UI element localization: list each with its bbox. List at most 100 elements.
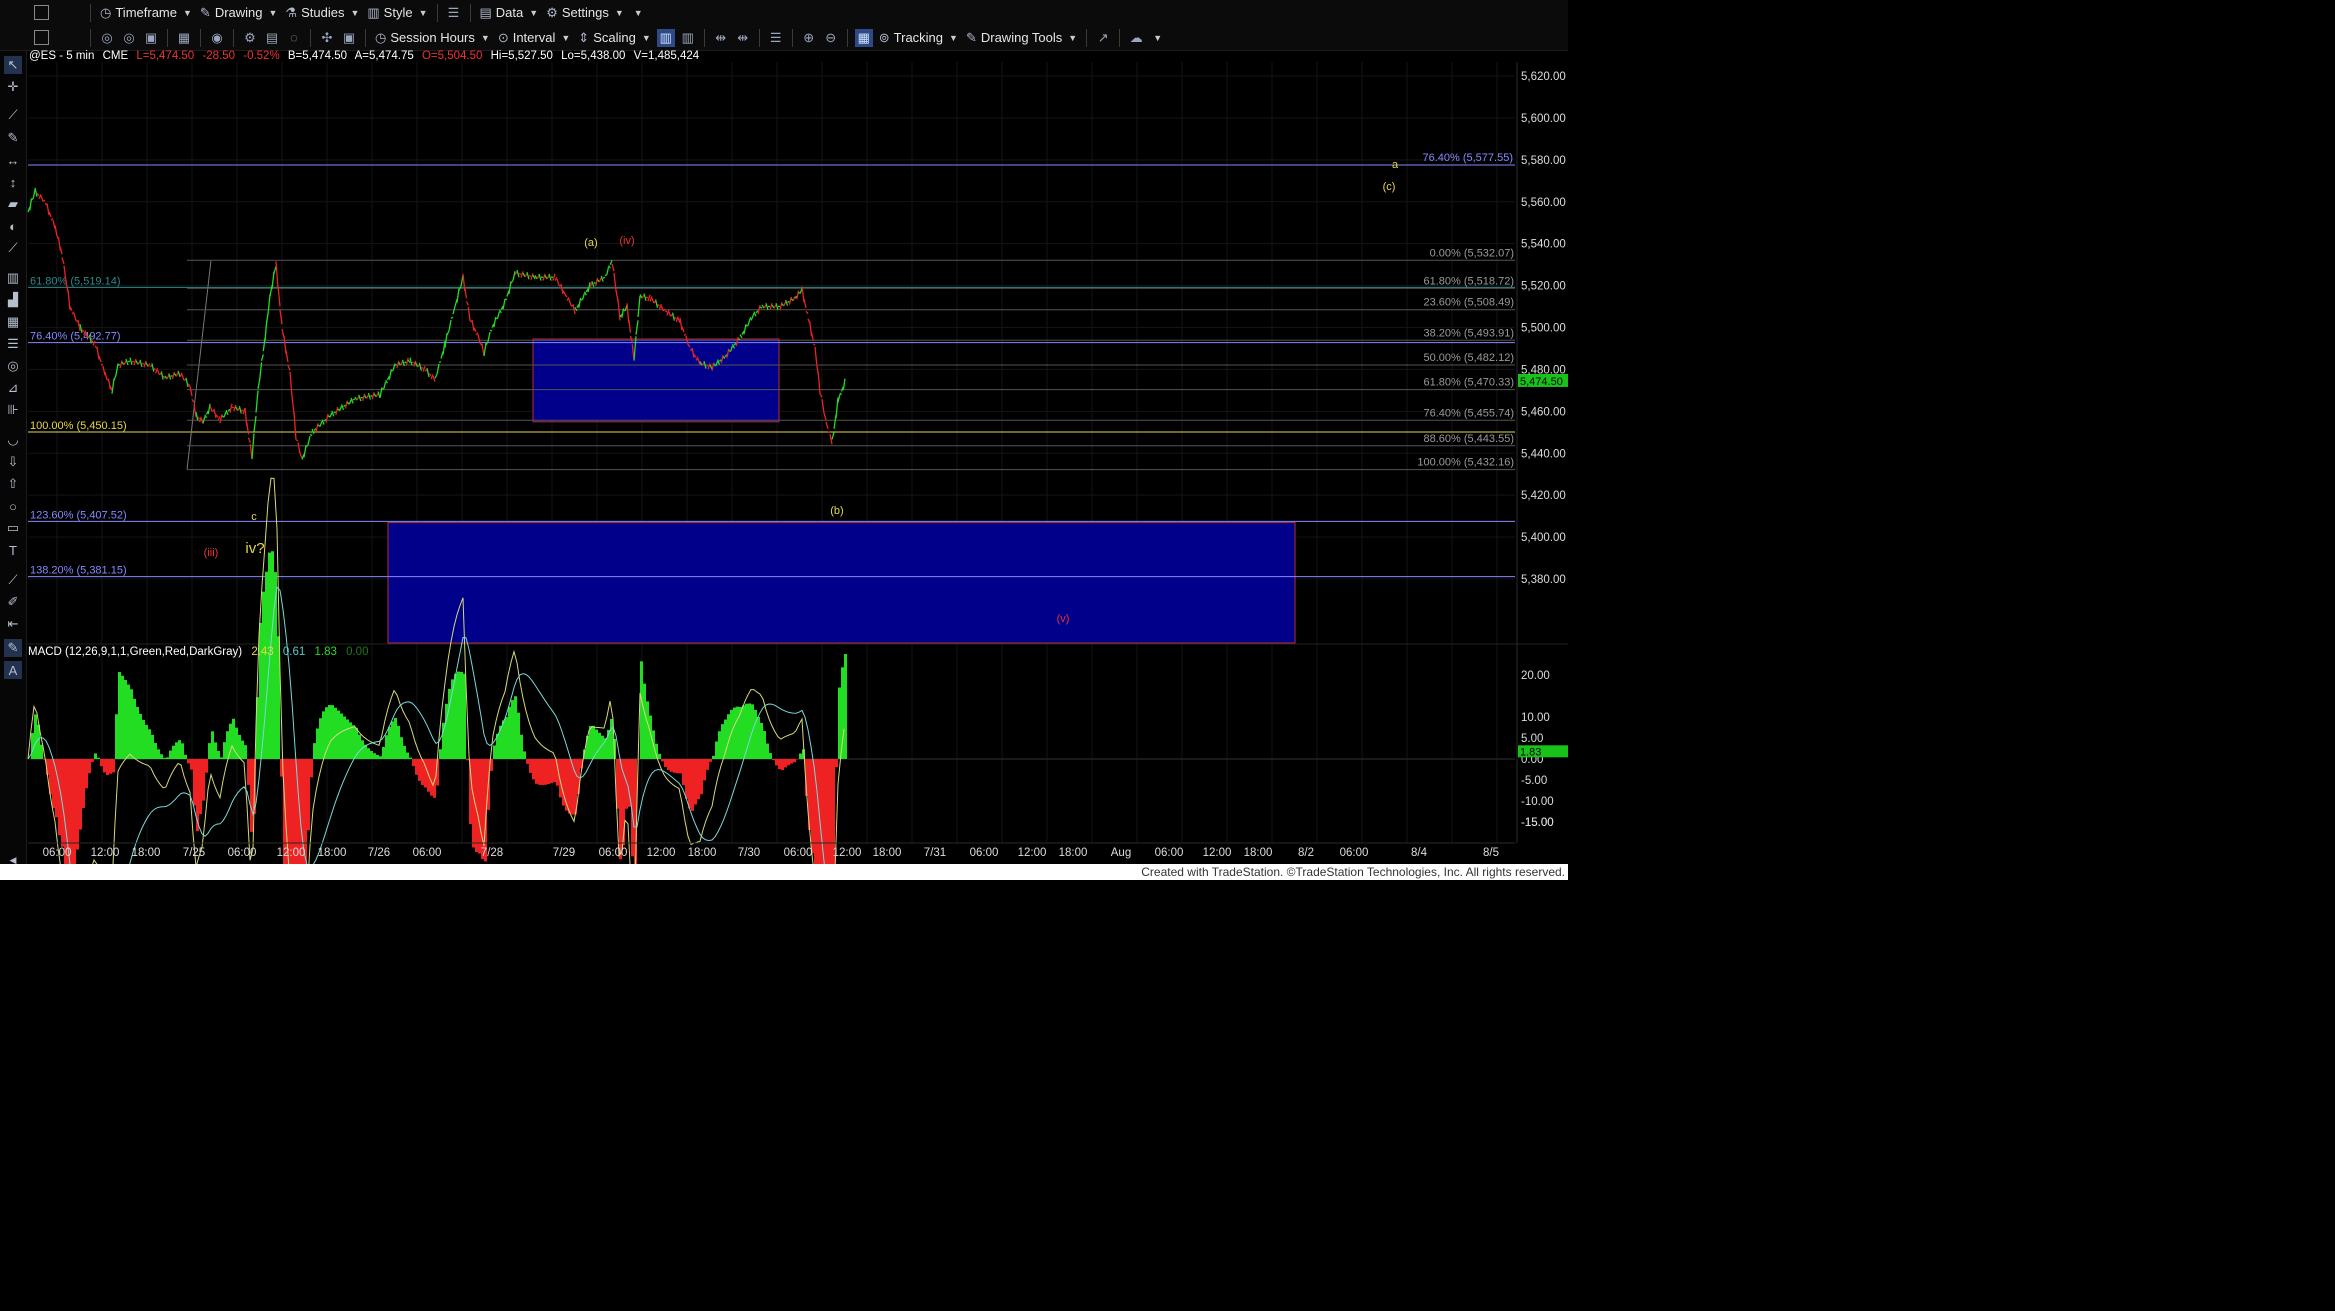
table-icon[interactable]: ▦	[4, 313, 22, 331]
crosshair-icon[interactable]: ✛	[4, 78, 22, 96]
draw-mode-icon[interactable]: ✎	[4, 639, 22, 657]
export-icon[interactable]: ↗	[1094, 29, 1112, 47]
find-icon[interactable]: ◌	[285, 29, 303, 47]
time-tick: 06:00	[1155, 847, 1184, 859]
zoom-out-icon[interactable]: ⊖	[822, 29, 840, 47]
chart-canvas[interactable]: 61.80% (5,519.14) 76.40% (5,492.77) 100.00…	[0, 0, 1568, 880]
macd-tick: 5.00	[1521, 733, 1543, 745]
drawing-menu[interactable]: ✎ Drawing ▼	[196, 5, 282, 21]
ray-icon[interactable]: ⟋	[4, 239, 22, 257]
ruler-icon[interactable]: ⟋	[4, 571, 22, 589]
link2-icon[interactable]: ◎	[120, 29, 138, 47]
timeframe-menu[interactable]: ◷ Timeframe ▼	[96, 5, 196, 21]
fib-circle-icon[interactable]: ◎	[4, 357, 22, 375]
price-bar	[185, 377, 189, 388]
macd-histogram-bar	[163, 757, 166, 759]
price-bar	[784, 299, 789, 306]
lines-icon[interactable]: ☰	[4, 335, 22, 353]
time-tick: 18:00	[873, 847, 902, 859]
interval-menu[interactable]: ⊙ Interval ▼	[494, 30, 574, 46]
grid-icon[interactable]: ▦	[854, 28, 873, 47]
price-bar	[842, 378, 846, 391]
more-caret-icon[interactable]: ▼	[634, 8, 643, 18]
zoom-in-icon[interactable]: ⊕	[800, 29, 818, 47]
arc-icon[interactable]: ◡	[4, 431, 22, 449]
eraser-icon[interactable]: ✐	[4, 593, 22, 611]
window-select-icon-2[interactable]	[34, 30, 49, 45]
settings-menu[interactable]: ⚙ Settings ▼	[542, 5, 628, 21]
studies-menu[interactable]: ⚗ Studies ▼	[281, 5, 363, 21]
more-caret-icon-2[interactable]: ▼	[1153, 33, 1162, 43]
fan-icon[interactable]: ⊿	[4, 379, 22, 397]
chart-type-icon[interactable]: ▦	[175, 29, 193, 47]
price-bar	[606, 266, 610, 275]
macd-histogram-bar	[199, 759, 202, 815]
flask-icon: ⚗	[285, 4, 298, 20]
price-bar	[564, 293, 568, 298]
price-bar	[297, 442, 301, 454]
macd-histogram-bar	[403, 745, 406, 759]
macd-histogram-bar	[373, 753, 376, 759]
histogram-icon[interactable]: ▟	[4, 291, 22, 309]
link-icon[interactable]: ◎	[98, 29, 116, 47]
text-style-icon[interactable]: A	[4, 661, 22, 679]
macd-histogram-bar	[220, 757, 223, 759]
compress-icon[interactable]: ⇹	[712, 29, 730, 47]
macd-histogram-bar	[205, 759, 208, 773]
bars-icon[interactable]: ▥	[656, 28, 675, 47]
price-bar	[814, 346, 818, 365]
rectangle-icon[interactable]: ▭	[4, 519, 22, 537]
macd-histogram-bar	[394, 718, 397, 759]
save-icon[interactable]: ▤	[263, 29, 281, 47]
arrow-up-icon[interactable]: ⇧	[4, 475, 22, 493]
data-menu[interactable]: ▤ Data ▼	[476, 5, 543, 21]
macd-histogram-bar	[454, 673, 457, 759]
window-icon[interactable]: ▣	[142, 29, 160, 47]
style-menu[interactable]: ▥ Style ▼	[363, 5, 431, 21]
drawing-tools-menu[interactable]: ✎ Drawing Tools ▼	[962, 30, 1081, 46]
trendline-icon[interactable]: ⟋	[4, 106, 22, 124]
macd-histogram-bar	[508, 706, 511, 759]
bars-tool-icon[interactable]: ▥	[4, 269, 22, 287]
macd-histogram-bar	[811, 759, 814, 854]
macd-tick: -15.00	[1521, 817, 1554, 829]
tracking-menu[interactable]: ⊚ Tracking ▼	[875, 30, 962, 46]
speed-lines-icon[interactable]: ⊪	[4, 401, 22, 419]
macd-histogram-bar	[334, 707, 337, 759]
macd-histogram-bar	[676, 759, 679, 774]
wave-label: a	[1392, 159, 1399, 171]
gann-icon[interactable]: ◐	[4, 217, 22, 235]
horizontal-arrow-icon[interactable]: ↔	[4, 151, 22, 169]
stack-icon[interactable]: ☰	[767, 29, 785, 47]
price-bar	[123, 360, 127, 366]
drawing-tools-icon: ✎	[965, 29, 977, 45]
pen-icon[interactable]: ✎	[4, 129, 22, 147]
format-icon[interactable]: ✣	[318, 29, 336, 47]
analysis-icon[interactable]: ⚙	[241, 29, 259, 47]
window-select-icon[interactable]	[34, 5, 49, 20]
ellipse-icon[interactable]: ○	[4, 497, 22, 515]
vertical-line-icon[interactable]: ↕	[4, 173, 22, 191]
refresh-icon[interactable]: ◉	[208, 29, 226, 47]
channel-icon[interactable]: ▰	[4, 195, 22, 213]
panel-icon[interactable]: ▣	[340, 29, 358, 47]
cloud-icon[interactable]: ☁	[1127, 29, 1145, 47]
session-hours-menu[interactable]: ◷ Session Hours ▼	[371, 30, 494, 46]
bars-alt-icon[interactable]: ▥	[679, 29, 697, 47]
text-icon[interactable]: T	[4, 541, 22, 559]
go-left-icon[interactable]: ⇤	[4, 615, 22, 633]
macd-histogram-bar	[91, 759, 94, 762]
expand-icon[interactable]: ⇹	[734, 29, 752, 47]
macd-histogram-bar	[409, 757, 412, 759]
layout-icon[interactable]: ☰	[445, 4, 463, 22]
time-tick: 8/5	[1483, 847, 1499, 859]
pointer-icon[interactable]: ↖	[4, 56, 22, 74]
fib-label-left: 100.00% (5,450.15)	[30, 420, 127, 432]
price-bar	[788, 296, 792, 305]
macd-histogram-bar	[226, 731, 229, 759]
scaling-menu[interactable]: ⇕ Scaling ▼	[574, 30, 654, 46]
time-tick: 12:00	[277, 847, 306, 859]
arrow-down-icon[interactable]: ⇩	[4, 453, 22, 471]
price-bar	[796, 290, 800, 300]
price-bar	[452, 306, 456, 315]
